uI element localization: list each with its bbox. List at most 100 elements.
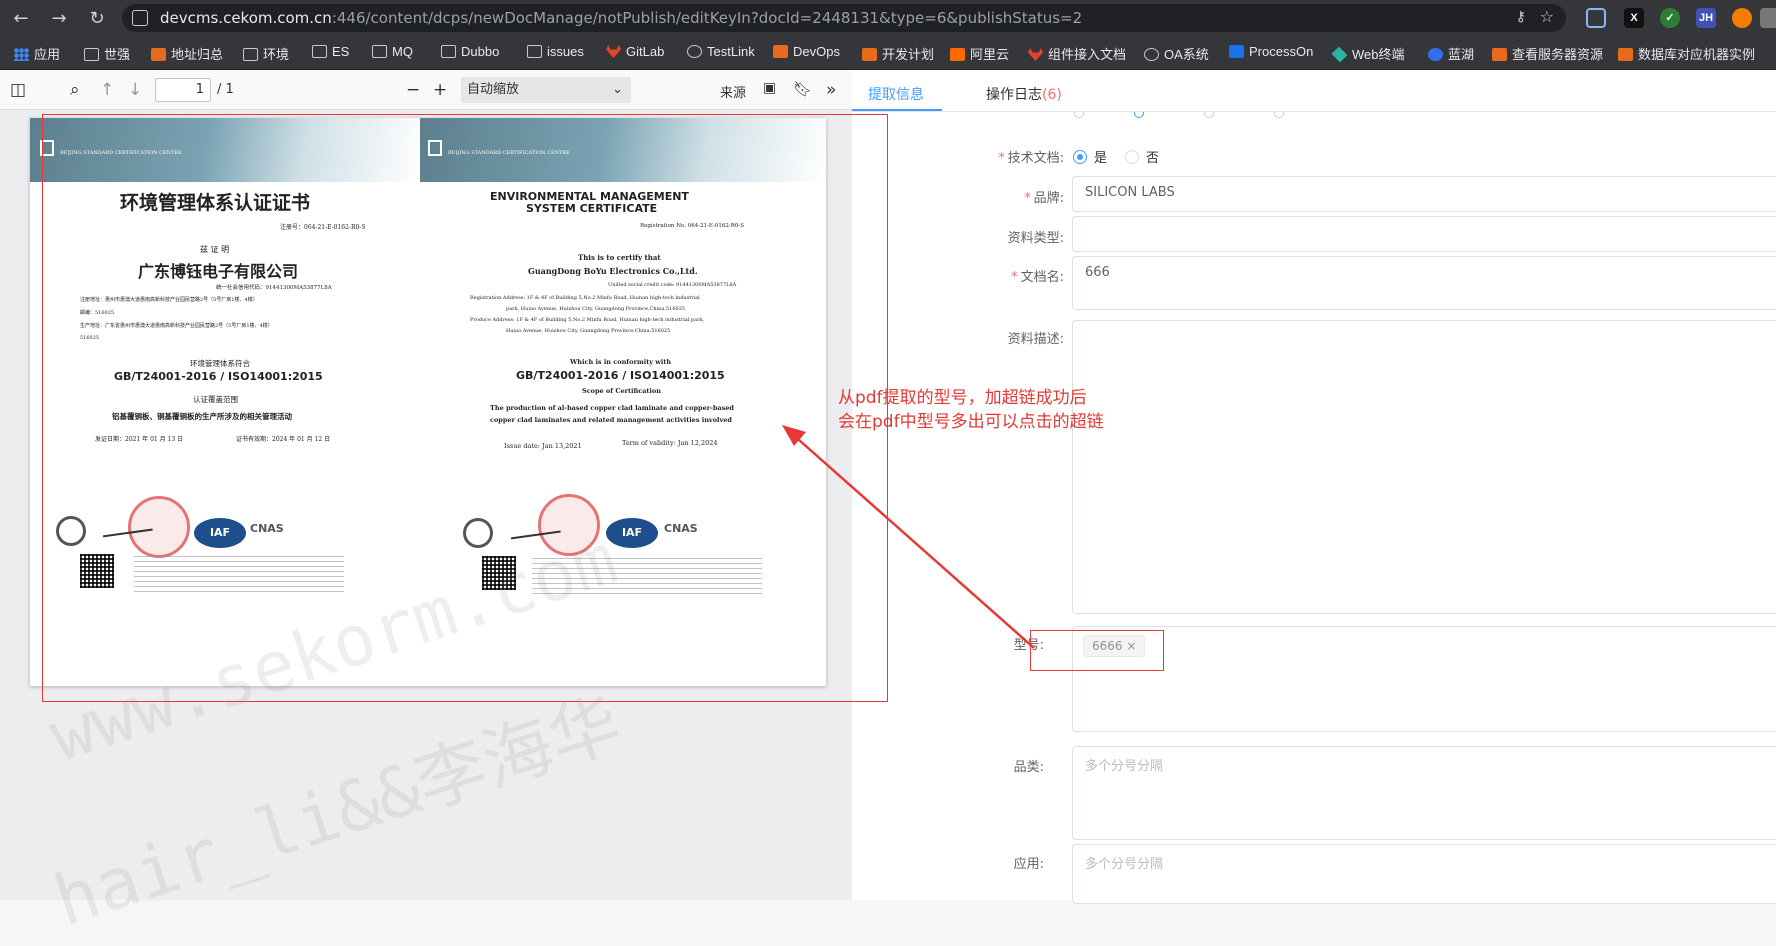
active-tab-indicator [852,109,942,111]
bookmark-devops[interactable]: DevOps [773,44,840,59]
orange-icon [1492,48,1507,61]
bookmark-apps[interactable]: 应用 [14,44,60,63]
url-input[interactable]: devcms.cekom.com.cn:446/content/dcps/new… [122,4,1566,32]
tech-doc-yes-radio[interactable] [1073,150,1087,164]
presentation-icon[interactable]: ▣ [763,80,776,96]
radio-partial [1274,112,1284,118]
folder-icon [372,45,387,58]
bookmark-devplan[interactable]: 开发计划 [862,44,934,63]
bookmark-es[interactable]: ES [312,44,349,59]
bookmark-address[interactable]: 地址归总 [151,44,223,63]
bookmarks-bar: 应用 世强 地址归总 环境 ES MQ Dubbo issues GitLab … [0,36,1776,70]
brand-label: * 品牌: [1024,191,1064,206]
zoom-in-icon[interactable]: + [433,80,447,100]
apps-icon [14,48,29,61]
url-path: :446/content/dcps/newDocManage/notPublis… [331,9,1083,27]
folder-icon [527,45,542,58]
bookmark-testlink[interactable]: TestLink [687,44,755,59]
category-label: 品类: [1013,760,1044,775]
x-extension-icon[interactable]: X [1624,8,1644,28]
url-host: devcms.cekom.com.cn [160,9,332,27]
page-total: / 1 [217,82,234,97]
folder-icon [84,48,99,61]
folder-icon [441,45,456,58]
annotation-note: 从pdf提取的型号，加超链成功后 会在pdf中型号多出可以点击的超链 [838,386,1104,434]
doc-name-label: * 文档名: [1011,270,1064,285]
tech-doc-label: * 技术文档: [998,151,1064,166]
chevron-down-icon: ⌄ [612,82,623,97]
orange-extension-icon[interactable] [1732,8,1752,28]
zoom-select[interactable]: 自动缩放 ⌄ [461,77,631,103]
search-icon[interactable]: ⌕ [70,80,80,100]
bookmark-issues[interactable]: issues [527,44,584,59]
folder-icon [243,48,258,61]
description-textarea[interactable] [1072,320,1776,614]
gitlab-icon [606,45,621,58]
category-textarea[interactable]: 多个分号分隔 [1072,746,1776,840]
extensions-area: X ✓ JH [1576,0,1776,36]
check-extension-icon[interactable]: ✓ [1660,8,1680,28]
description-label: 资料描述: [1007,332,1064,347]
application-textarea[interactable]: 多个分号分隔 [1072,844,1776,904]
brand-input[interactable]: SILICON LABS [1072,176,1776,212]
browser-address-bar: ← → ↻ devcms.cekom.com.cn:446/content/dc… [0,0,1776,36]
pdf-highlight-box [42,114,888,702]
key-icon[interactable]: ⚷ [1516,9,1526,25]
back-arrow-icon[interactable]: ← [10,8,32,29]
bookmark-server-resources[interactable]: 查看服务器资源 [1492,44,1603,63]
bookmark-env[interactable]: 环境 [243,44,289,63]
forward-arrow-icon[interactable]: → [48,8,70,29]
orange-icon [862,48,877,61]
reload-icon[interactable]: ↻ [86,8,108,29]
bookmark-lanhu[interactable]: 蓝湖 [1428,44,1474,63]
doc-type-label: 资料类型: [1007,231,1064,246]
crop-extension-icon[interactable] [1586,8,1606,28]
tech-doc-no-label[interactable]: 否 [1146,147,1159,166]
tech-doc-yes-label[interactable]: 是 [1094,147,1107,166]
bookmark-db-instances[interactable]: 数据库对应机器实例 [1618,44,1755,63]
folder-icon [312,45,327,58]
sidebar-toggle-icon[interactable]: ◫ [10,80,26,100]
bookmark-aliyun[interactable]: 阿里云 [950,44,1009,63]
model-tag-input[interactable]: 6666 × [1072,626,1776,732]
tab-bar: 提取信息 操作日志(6) [852,70,1776,112]
bookmark-web-terminal[interactable]: Web终端 [1331,44,1405,63]
site-info-icon[interactable] [132,10,148,26]
zoom-out-icon[interactable]: − [406,80,420,100]
e-icon [1144,48,1159,61]
bookmark-component-docs[interactable]: 组件接入文档 [1028,44,1126,63]
bookmark-shiqiang[interactable]: 世强 [84,44,130,63]
doc-type-input[interactable] [1072,216,1776,252]
puzzle-extension-icon[interactable] [1760,8,1776,28]
tools-menu-icon[interactable]: » [826,80,836,100]
star-icon[interactable]: ☆ [1540,7,1554,26]
orange-icon [773,45,788,58]
bookmark-icon[interactable]: 🔖︎ [793,80,812,98]
doc-name-input[interactable]: 666 [1072,256,1776,310]
lanhu-icon [1428,48,1443,61]
next-page-icon[interactable]: ↓ [128,80,142,100]
bookmark-processon[interactable]: ProcessOn [1229,44,1313,59]
radio-partial [1074,112,1084,118]
previous-page-icon[interactable]: ↑ [100,80,114,100]
bookmark-gitlab[interactable]: GitLab [606,44,664,59]
jh-extension-icon[interactable]: JH [1696,8,1716,28]
aliyun-icon [950,48,965,61]
tab-operation-log[interactable]: 操作日志(6) [986,84,1062,104]
tab-extract-info[interactable]: 提取信息 [868,84,924,104]
annotation-line-1: 从pdf提取的型号，加超链成功后 [838,388,1087,408]
tech-doc-no-radio[interactable] [1125,150,1139,164]
pdf-toolbar: ◫ ⌕ ↑ ↓ 1 / 1 − + 自动缩放 ⌄ 来源 ▣ 🔖︎ » [0,70,860,110]
layers-icon [1331,46,1348,63]
on-icon [1229,45,1244,58]
model-highlight-box [1030,630,1164,671]
category-placeholder: 多个分号分隔 [1085,759,1164,774]
radio-partial [1134,112,1144,118]
page-number-input[interactable]: 1 [155,78,211,102]
bookmark-oa[interactable]: OA系统 [1144,44,1209,63]
globe-icon [687,45,702,58]
bookmark-dubbo[interactable]: Dubbo [441,44,499,59]
source-label[interactable]: 来源 [720,82,746,101]
bookmark-mq[interactable]: MQ [372,44,413,59]
orange-icon [151,48,166,61]
